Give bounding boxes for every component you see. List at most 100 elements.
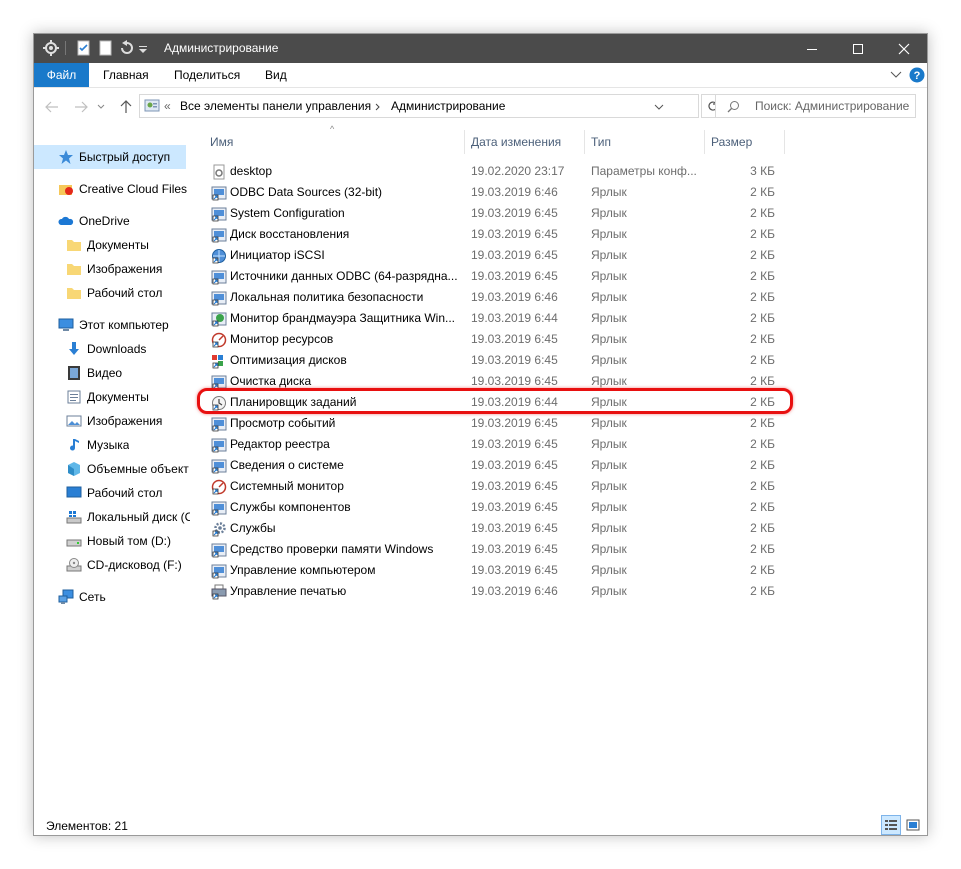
- table-row[interactable]: System Configuration 19.03.2019 6:45 Ярлык…: [207, 203, 787, 224]
- breadcrumb-separator-icon[interactable]: [375, 103, 381, 111]
- nav-item-onedrive-documents[interactable]: Документы: [66, 233, 149, 257]
- firewall-shortcut-icon: [211, 312, 227, 327]
- breadcrumb-control-panel[interactable]: Все элементы панели управления: [180, 95, 371, 117]
- expand-ribbon-chevron-icon[interactable]: [890, 71, 902, 79]
- details-view-button[interactable]: [881, 815, 901, 835]
- table-row[interactable]: ODBC Data Sources (32-bit) 19.03.2019 6:4…: [207, 182, 787, 203]
- file-type: Ярлык: [591, 311, 627, 325]
- nav-item-quick-access[interactable]: Быстрый доступ: [34, 145, 186, 169]
- nav-item-local-disk-c[interactable]: Локальный диск (С: [66, 505, 190, 529]
- file-size: 2 КБ: [750, 584, 775, 598]
- table-row[interactable]: Средство проверки памяти Windows 19.03.20…: [207, 539, 787, 560]
- file-date-modified: 19.03.2019 6:45: [471, 332, 558, 346]
- file-size: 2 КБ: [750, 563, 775, 577]
- table-row[interactable]: Диск восстановления 19.03.2019 6:45 Ярлык 2…: [207, 224, 787, 245]
- table-row[interactable]: Локальная политика безопасности 19.03.201…: [207, 287, 787, 308]
- file-date-modified: 19.03.2019 6:46: [471, 290, 558, 304]
- maximize-button[interactable]: [835, 34, 881, 63]
- windows-drive-icon: [66, 509, 82, 525]
- forward-button[interactable]: [70, 96, 92, 118]
- file-name: Службы: [230, 521, 276, 535]
- nav-item-onedrive-desktop[interactable]: Рабочий стол: [66, 281, 162, 305]
- nav-item-cd-drive-f[interactable]: CD-дисковод (F:): [66, 553, 182, 577]
- file-date-modified: 19.03.2019 6:45: [471, 206, 558, 220]
- column-header-type[interactable]: Тип: [591, 130, 611, 154]
- nav-item-network[interactable]: Сеть: [58, 585, 106, 609]
- table-row[interactable]: desktop 19.02.2020 23:17 Параметры конф...…: [207, 161, 787, 182]
- table-row[interactable]: Источники данных ODBC (64-разрядна... 19.…: [207, 266, 787, 287]
- minimize-button[interactable]: [789, 34, 835, 63]
- large-icons-view-button[interactable]: [903, 815, 923, 835]
- creative-cloud-icon: [58, 181, 74, 197]
- file-name: Системный монитор: [230, 479, 344, 493]
- table-row[interactable]: Службы 19.03.2019 6:45 Ярлык 2 КБ: [207, 518, 787, 539]
- column-header-name[interactable]: Имя: [210, 130, 233, 154]
- nav-item-onedrive[interactable]: OneDrive: [58, 209, 130, 233]
- column-header-size[interactable]: Размер: [711, 130, 752, 154]
- file-date-modified: 19.03.2019 6:45: [471, 353, 558, 367]
- file-name: Монитор ресурсов: [230, 332, 334, 346]
- nav-item-3d-objects[interactable]: Объемные объект: [66, 457, 190, 481]
- customize-toolbar-chevron-icon[interactable]: [138, 39, 148, 57]
- file-type: Ярлык: [591, 290, 627, 304]
- table-row[interactable]: Инициатор iSCSI 19.03.2019 6:45 Ярлык 2 КБ: [207, 245, 787, 266]
- documents-icon: [66, 389, 82, 405]
- address-overflow[interactable]: «: [164, 95, 171, 117]
- close-button[interactable]: [881, 34, 927, 63]
- file-size: 2 КБ: [750, 206, 775, 220]
- nav-item-music[interactable]: Музыка: [66, 433, 129, 457]
- up-button[interactable]: [115, 96, 137, 118]
- tab-view[interactable]: Вид: [265, 63, 287, 87]
- file-name: Локальная политика безопасности: [230, 290, 424, 304]
- nav-item-creative-cloud[interactable]: Creative Cloud Files: [58, 177, 187, 201]
- table-row[interactable]: Монитор ресурсов 19.03.2019 6:45 Ярлык 2 КБ: [207, 329, 787, 350]
- back-button[interactable]: [41, 96, 63, 118]
- file-date-modified: 19.03.2019 6:46: [471, 185, 558, 199]
- new-folder-icon[interactable]: [97, 39, 115, 57]
- file-type: Ярлык: [591, 185, 627, 199]
- nav-item-videos[interactable]: Видео: [66, 361, 122, 385]
- column-separator[interactable]: [464, 130, 465, 154]
- file-size: 2 КБ: [750, 227, 775, 241]
- nav-item-desktop[interactable]: Рабочий стол: [66, 481, 162, 505]
- table-row[interactable]: Редактор реестра 19.03.2019 6:45 Ярлык 2 КБ: [207, 434, 787, 455]
- file-name: Редактор реестра: [230, 437, 330, 451]
- file-size: 2 КБ: [750, 458, 775, 472]
- forward-arrow-icon: [75, 101, 88, 113]
- control-panel-icon[interactable]: [42, 39, 60, 57]
- nav-item-onedrive-pictures[interactable]: Изображения: [66, 257, 162, 281]
- nav-item-this-pc[interactable]: Этот компьютер: [58, 313, 169, 337]
- nav-item-new-volume-d[interactable]: Новый том (D:): [66, 529, 171, 553]
- tab-home[interactable]: Главная: [103, 63, 149, 87]
- table-row[interactable]: Службы компонентов 19.03.2019 6:45 Ярлык 2 …: [207, 497, 787, 518]
- properties-icon[interactable]: [75, 39, 93, 57]
- table-row[interactable]: Управление печатью 19.03.2019 6:46 Ярлык 2 …: [207, 581, 787, 602]
- table-row[interactable]: Оптимизация дисков 19.03.2019 6:45 Ярлык 2 …: [207, 350, 787, 371]
- file-name: Диск восстановления: [230, 227, 350, 241]
- recent-locations-button[interactable]: [94, 96, 108, 118]
- nav-item-documents[interactable]: Документы: [66, 385, 149, 409]
- table-row[interactable]: Просмотр событий 19.03.2019 6:45 Ярлык 2 КБ: [207, 413, 787, 434]
- column-separator[interactable]: [704, 130, 705, 154]
- search-box[interactable]: Поиск: Администрирование: [715, 94, 916, 118]
- tab-file[interactable]: Файл: [34, 63, 89, 87]
- file-date-modified: 19.03.2019 6:45: [471, 227, 558, 241]
- file-type: Ярлык: [591, 269, 627, 283]
- address-dropdown-chevron-icon[interactable]: [654, 104, 664, 110]
- table-row[interactable]: Сведения о системе 19.03.2019 6:45 Ярлык 2 …: [207, 455, 787, 476]
- table-row[interactable]: Системный монитор 19.03.2019 6:45 Ярлык 2 К…: [207, 476, 787, 497]
- file-name: ODBC Data Sources (32-bit): [230, 185, 383, 199]
- column-header-date[interactable]: Дата изменения: [471, 130, 561, 154]
- file-size: 2 КБ: [750, 416, 775, 430]
- column-separator[interactable]: [784, 130, 785, 154]
- table-row[interactable]: Монитор брандмауэра Защитника Win... 19.0…: [207, 308, 787, 329]
- address-bar[interactable]: « Все элементы панели управления Админис…: [139, 94, 699, 118]
- nav-item-pictures[interactable]: Изображения: [66, 409, 162, 433]
- help-icon[interactable]: ?: [909, 67, 925, 83]
- tab-share[interactable]: Поделиться: [174, 63, 240, 87]
- breadcrumb-administration[interactable]: Администрирование: [391, 95, 505, 117]
- table-row[interactable]: Управление компьютером 19.03.2019 6:45 Ярл…: [207, 560, 787, 581]
- column-separator[interactable]: [584, 130, 585, 154]
- nav-item-downloads[interactable]: Downloads: [66, 337, 146, 361]
- undo-icon[interactable]: [118, 39, 136, 57]
